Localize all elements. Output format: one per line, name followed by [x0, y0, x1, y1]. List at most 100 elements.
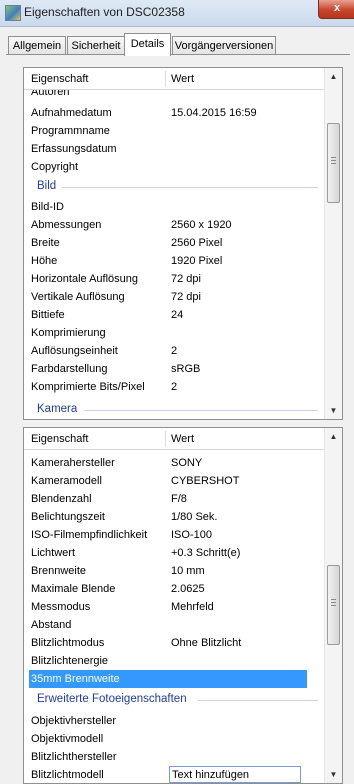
list-item[interactable]: Aufnahmedatum 15.04.2015 16:59	[24, 104, 324, 122]
list-item[interactable]: Blitzlichthersteller	[24, 748, 324, 766]
column-divider[interactable]	[165, 71, 166, 87]
list-item[interactable]: Farbdarstellung sRGB	[24, 360, 324, 378]
group-header-kamera: Kamera	[24, 401, 324, 419]
group-divider	[84, 410, 318, 411]
tab-vorgaengerversionen[interactable]: Vorgängerversionen	[172, 36, 276, 55]
group-title: Bild	[37, 180, 57, 192]
property-name: Blitzlichthersteller	[31, 751, 117, 763]
list-item[interactable]: Brennweite 10 mm	[24, 562, 324, 580]
list-item[interactable]: ISO-Filmempfindlichkeit ISO-100	[24, 526, 324, 544]
title-bar: Eigenschaften von DSC02358 x	[0, 0, 354, 27]
list-item[interactable]: Abmessungen 2560 x 1920	[24, 216, 324, 234]
list-item[interactable]: Maximale Blende 2.0625	[24, 580, 324, 598]
property-name: Copyright	[31, 161, 79, 173]
property-value: +0.3 Schritt(e)	[171, 547, 241, 559]
property-name: Programmname	[31, 125, 110, 137]
tab-strip: Allgemein Sicherheit Details Vorgängerve…	[0, 26, 354, 56]
property-name: 35mm Brennweite	[31, 673, 120, 685]
list-item[interactable]: Blitzlichtenergie	[24, 652, 324, 670]
list-item[interactable]: Belichtungszeit 1/80 Sek.	[24, 508, 324, 526]
value-edit-field[interactable]: Text hinzufügen	[169, 766, 301, 783]
list-item[interactable]: Messmodus Mehrfeld	[24, 598, 324, 616]
properties-list-bottom[interactable]: Eigenschaft Wert Kamerahersteller SONY K…	[23, 427, 343, 784]
property-value: 24	[171, 309, 184, 321]
property-value: 1/80 Sek.	[171, 511, 218, 523]
property-name: Objektivhersteller	[31, 715, 116, 727]
list-item[interactable]: Horizontale Auflösung 72 dpi	[24, 270, 324, 288]
property-value: 2	[171, 381, 178, 393]
list-item[interactable]: Abstand	[24, 616, 324, 634]
property-value: CYBERSHOT	[171, 475, 240, 487]
property-name: Blitzlichtmodus	[31, 637, 105, 649]
list-item[interactable]: Objektivmodell	[24, 730, 324, 748]
property-name: Bittiefe	[31, 309, 65, 321]
list-item[interactable]: Kamerahersteller SONY	[24, 454, 324, 472]
tab-divider	[6, 54, 350, 55]
property-name: Erfassungsdatum	[31, 143, 117, 155]
list-item[interactable]: Lichtwert +0.3 Schritt(e)	[24, 544, 324, 562]
close-button[interactable]: x	[318, 0, 354, 19]
scrollbar-thumb[interactable]	[327, 565, 340, 645]
triangle-up-icon[interactable]: ▲	[325, 68, 342, 85]
property-name: Komprimierung	[31, 327, 106, 339]
list-item-selected[interactable]: 35mm Brennweite	[29, 670, 307, 688]
list-header: Eigenschaft Wert	[24, 68, 324, 90]
property-name: Belichtungszeit	[31, 511, 105, 523]
list-item[interactable]: Auflösungseinheit 2	[24, 342, 324, 360]
list-item[interactable]: Erfassungsdatum	[24, 140, 324, 158]
vertical-scrollbar[interactable]: ▲ ▼	[324, 68, 342, 419]
tab-details[interactable]: Details	[124, 33, 171, 56]
property-value: SONY	[171, 457, 203, 469]
list-item[interactable]: Kameramodell CYBERSHOT	[24, 472, 324, 490]
property-name: Kamerahersteller	[31, 457, 115, 469]
list-item[interactable]: Objektivhersteller	[24, 712, 324, 730]
property-value: 72 dpi	[171, 291, 201, 303]
property-name: Blendenzahl	[31, 493, 92, 505]
list-item[interactable]: Blendenzahl F/8	[24, 490, 324, 508]
property-name: Abstand	[31, 619, 72, 631]
group-divider	[62, 187, 318, 188]
property-name: Horizontale Auflösung	[31, 273, 139, 285]
column-divider[interactable]	[165, 431, 166, 447]
group-header-bild: Bild	[24, 178, 324, 196]
property-name: Komprimierte Bits/Pixel	[31, 381, 145, 393]
triangle-up-icon[interactable]: ▲	[325, 428, 342, 445]
property-name: Vertikale Auflösung	[31, 291, 125, 303]
property-value: 10 mm	[171, 565, 205, 577]
column-eigenschaft[interactable]: Eigenschaft	[31, 73, 88, 85]
properties-list-top[interactable]: Eigenschaft Wert Autoren Aufnahmedatum 1…	[23, 67, 343, 420]
tab-allgemein[interactable]: Allgemein	[8, 36, 66, 55]
list-item[interactable]: Komprimierung	[24, 324, 324, 342]
property-value: 1920 Pixel	[171, 255, 223, 267]
property-value: F/8	[171, 493, 187, 505]
property-name: Lichtwert	[31, 547, 76, 559]
column-wert[interactable]: Wert	[171, 433, 194, 445]
property-name: Abmessungen	[31, 219, 102, 231]
group-title: Erweiterte Fotoeigenschaften	[37, 693, 187, 705]
property-name: Brennweite	[31, 565, 87, 577]
list-item[interactable]: Copyright	[24, 158, 324, 176]
property-name: Aufnahmedatum	[31, 107, 112, 119]
list-header: Eigenschaft Wert	[24, 428, 324, 450]
property-value: ISO-100	[171, 529, 212, 541]
list-item[interactable]: Höhe 1920 Pixel	[24, 252, 324, 270]
list-item[interactable]: Blitzlichtmodell Text hinzufügen	[24, 766, 324, 783]
vertical-scrollbar[interactable]: ▲ ▼	[324, 428, 342, 783]
column-eigenschaft[interactable]: Eigenschaft	[31, 433, 88, 445]
list-item[interactable]: Breite 2560 Pixel	[24, 234, 324, 252]
list-item[interactable]: Bild-ID	[24, 198, 324, 216]
triangle-down-icon[interactable]: ▼	[325, 402, 342, 419]
column-wert[interactable]: Wert	[171, 73, 194, 85]
property-name: Objektivmodell	[31, 733, 104, 745]
list-item[interactable]: Bittiefe 24	[24, 306, 324, 324]
edit-placeholder: Text hinzufügen	[172, 769, 250, 781]
property-name: Auflösungseinheit	[31, 345, 118, 357]
list-item[interactable]: Programmname	[24, 122, 324, 140]
list-item[interactable]: Blitzlichtmodus Ohne Blitzlicht	[24, 634, 324, 652]
group-divider	[198, 700, 318, 701]
triangle-down-icon[interactable]: ▼	[325, 766, 342, 783]
tab-sicherheit[interactable]: Sicherheit	[67, 36, 125, 55]
list-item[interactable]: Komprimierte Bits/Pixel 2	[24, 378, 324, 396]
scrollbar-thumb[interactable]	[327, 123, 340, 203]
list-item[interactable]: Vertikale Auflösung 72 dpi	[24, 288, 324, 306]
